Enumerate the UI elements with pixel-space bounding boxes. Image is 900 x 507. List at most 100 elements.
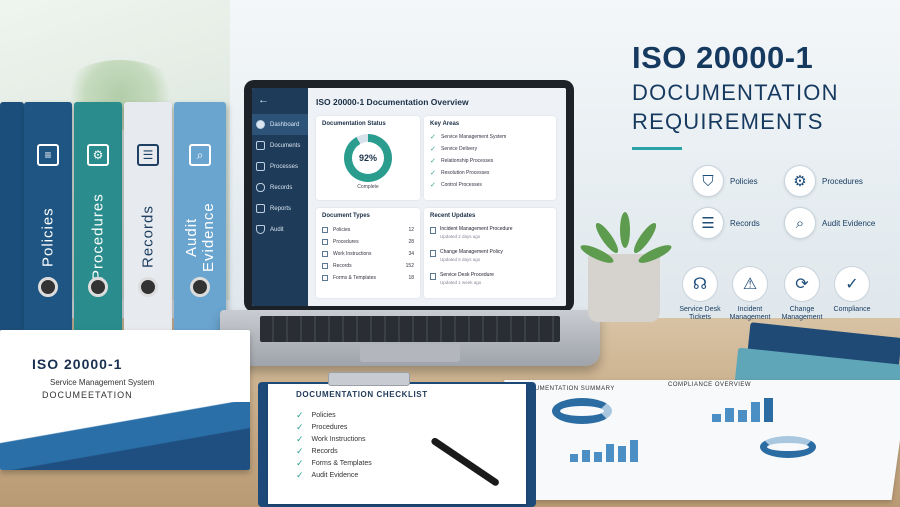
booklet-wave (0, 402, 250, 470)
laptop-touchpad (360, 344, 460, 362)
magnifier-icon: ⌕ (189, 144, 211, 166)
report-title: COMPLIANCE OVERVIEW (668, 382, 752, 388)
doc-types-list: Policies 12 Procedures 28 Work Instruction… (316, 219, 420, 284)
sidebar-item-label: Records (270, 184, 293, 191)
sidebar-item-dashboard[interactable]: Dashboard (252, 114, 308, 135)
table-row[interactable]: Forms & Templates 18 (316, 272, 420, 284)
sidebar-item-label: Documents (270, 142, 301, 149)
magnifier-icon: ⌕ (784, 207, 816, 239)
process-icon (256, 162, 265, 171)
booklet-subtitle: Service Management System (50, 378, 155, 387)
list-item[interactable]: Service Desk Procedure Updated 1 week ago (424, 269, 556, 292)
list-item: ✓ Resolution Processes (430, 170, 490, 177)
document-icon (322, 251, 328, 257)
icon-label: Audit Evidence (822, 219, 876, 228)
sidebar-item-documents[interactable]: Documents (252, 135, 308, 156)
laptop-screen: ← Dashboard Documents Processes Records … (252, 88, 566, 306)
document-icon (430, 227, 436, 234)
sidebar: ← Dashboard Documents Processes Records … (252, 88, 308, 306)
binder-ring (138, 277, 158, 297)
page-title: ISO 20000-1 Documentation Overview (316, 97, 469, 107)
clipboard-clip (328, 372, 410, 386)
check-icon: ✓ (296, 458, 304, 468)
shield-check-icon: ⛉ (692, 165, 724, 197)
list-item[interactable]: Incident Management Procedure Updated 2 d… (424, 223, 556, 246)
report-donut (760, 436, 816, 458)
headset-icon: ☊ (682, 266, 718, 302)
booklet-label: DOCUMEETATION (42, 390, 133, 400)
shield-check-icon: ✓ (834, 266, 870, 302)
sidebar-item-label: Dashboard (270, 121, 300, 128)
check-icon: ✓ (296, 422, 304, 432)
gear-icon: ⚙ (87, 144, 109, 166)
icon-label: Records (730, 219, 760, 228)
document-icon (322, 275, 328, 281)
check-icon: ✓ (296, 470, 304, 480)
updates-list: Incident Management Procedure Updated 2 d… (424, 219, 556, 292)
binder-records: ☰ Records (124, 102, 172, 332)
document-icon: ≡ (37, 144, 59, 166)
key-areas-card: Key Areas ✓ Service Management System ✓ Se… (424, 116, 556, 200)
sidebar-item-audit[interactable]: Audit (252, 219, 308, 240)
status-percent: 92% (352, 142, 384, 174)
binder-ring (38, 277, 58, 297)
list-item: ✓ Audit Evidence (296, 470, 359, 480)
shield-icon (256, 225, 265, 234)
list-item: ✓ Service Management System (430, 134, 507, 141)
sidebar-item-reports[interactable]: Reports (252, 198, 308, 219)
check-icon: ✓ (296, 410, 304, 420)
plant-pot (588, 254, 660, 322)
document-icon (322, 227, 328, 233)
list-item: ✓ Relationship Processes (430, 158, 494, 165)
sub-heading: DOCUMENTATION REQUIREMENTS (632, 80, 839, 134)
updates-card: Recent Updates Incident Management Proce… (424, 208, 556, 298)
document-icon (322, 263, 328, 269)
check-icon: ✓ (430, 170, 436, 177)
list-item: ✓ Policies (296, 410, 336, 420)
check-icon: ✓ (296, 446, 304, 456)
status-card: Documentation Status 92% Complete (316, 116, 420, 200)
document-icon (430, 273, 436, 280)
database-icon (256, 183, 265, 192)
icon-label: Procedures (822, 177, 863, 186)
sidebar-item-records[interactable]: Records (252, 177, 308, 198)
binder-label: Audit Evidence (183, 202, 217, 272)
list-item: ✓ Service Delivery (430, 146, 478, 153)
list-item: ✓ Work Instructions (296, 434, 366, 444)
binder-procedures: ⚙ Procedures (74, 102, 122, 332)
status-caption: Complete (357, 184, 379, 190)
binder-label: Procedures (89, 193, 107, 281)
sidebar-item-processes[interactable]: Processes (252, 156, 308, 177)
binder-policies: ≡ Policies (24, 102, 72, 332)
plant-leaf (620, 212, 630, 248)
document-icon (430, 250, 436, 257)
warning-icon: ⚠ (732, 266, 768, 302)
table-row[interactable]: Policies 12 (316, 224, 420, 236)
list-item: ✓ Control Processes (430, 182, 482, 189)
list-item[interactable]: Change Management Policy Updated 5 days a… (424, 246, 556, 269)
accent-bar (632, 147, 682, 150)
binder-ring (88, 277, 108, 297)
table-row[interactable]: Work Instructions 34 (316, 248, 420, 260)
booklet-title: ISO 20000-1 (32, 356, 123, 372)
icon-label: Incident Management (729, 306, 771, 321)
laptop-keyboard (260, 316, 560, 342)
sidebar-item-label: Reports (270, 205, 292, 212)
pie-icon (256, 120, 265, 129)
binder-label: Records (139, 205, 157, 269)
list-item: ✓ Records (296, 446, 338, 456)
cycle-icon: ⟳ (784, 266, 820, 302)
binder-ring (190, 277, 210, 297)
list-item: ✓ Forms & Templates (296, 458, 372, 468)
card-title: Recent Updates (430, 213, 476, 219)
dashboard-main: ISO 20000-1 Documentation Overview Docum… (308, 88, 566, 306)
table-row[interactable]: Procedures 28 (316, 236, 420, 248)
binder-audit: ⌕ Audit Evidence (174, 102, 226, 332)
icon-label: Compliance (833, 306, 871, 313)
database-icon: ☰ (692, 207, 724, 239)
table-row[interactable]: Records 152 (316, 260, 420, 272)
back-arrow-icon[interactable]: ← (252, 88, 308, 114)
iso-booklet: ISO 20000-1 Service Management System DO… (0, 330, 250, 470)
card-title: Document Types (322, 213, 370, 219)
database-icon: ☰ (137, 144, 159, 166)
